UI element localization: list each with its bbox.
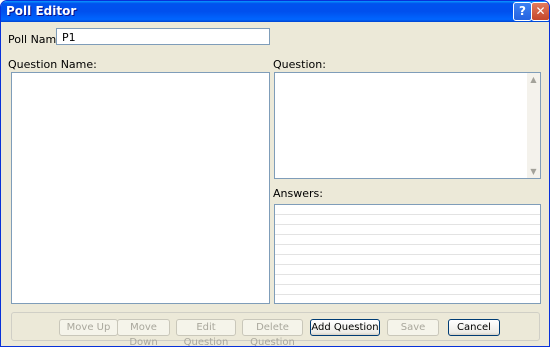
question-name-label: Question Name: [8,58,97,71]
answers-grid-row [275,214,540,215]
close-icon[interactable]: ✕ [531,2,549,21]
answers-grid[interactable] [274,204,541,304]
help-icon[interactable]: ? [513,2,532,21]
save-button[interactable]: Save [387,319,439,336]
answers-grid-row [275,254,540,255]
button-bar: Move Up Move Down Edit Question Delete Q… [11,312,540,346]
question-textarea[interactable]: ▲ ▼ [274,72,541,179]
title-bar[interactable]: Poll Editor ? ✕ [1,1,549,22]
cancel-button[interactable]: Cancel [448,319,500,336]
window-title: Poll Editor [6,4,77,18]
poll-name-input[interactable]: P1 [56,28,270,45]
add-question-button[interactable]: Add Question [310,319,380,336]
delete-question-button[interactable]: Delete Question [242,319,303,346]
answers-grid-row [275,284,540,285]
answers-grid-row [275,264,540,265]
poll-editor-window: Poll Editor ? ✕ Poll Name: P1 Question N… [0,0,550,347]
answers-grid-row [275,244,540,245]
question-name-list[interactable] [11,72,270,304]
move-up-button[interactable]: Move Up [59,319,118,336]
scroll-down-icon[interactable]: ▼ [527,165,540,178]
answers-label: Answers: [273,187,323,200]
answers-grid-row [275,294,540,295]
edit-question-button[interactable]: Edit Question [176,319,236,346]
scroll-up-icon[interactable]: ▲ [527,73,540,86]
question-label: Question: [273,58,326,71]
answers-grid-row [275,274,540,275]
answers-grid-row [275,224,540,225]
move-down-button[interactable]: Move Down [117,319,170,346]
answers-grid-row [275,234,540,235]
question-scrollbar[interactable]: ▲ ▼ [527,73,540,178]
